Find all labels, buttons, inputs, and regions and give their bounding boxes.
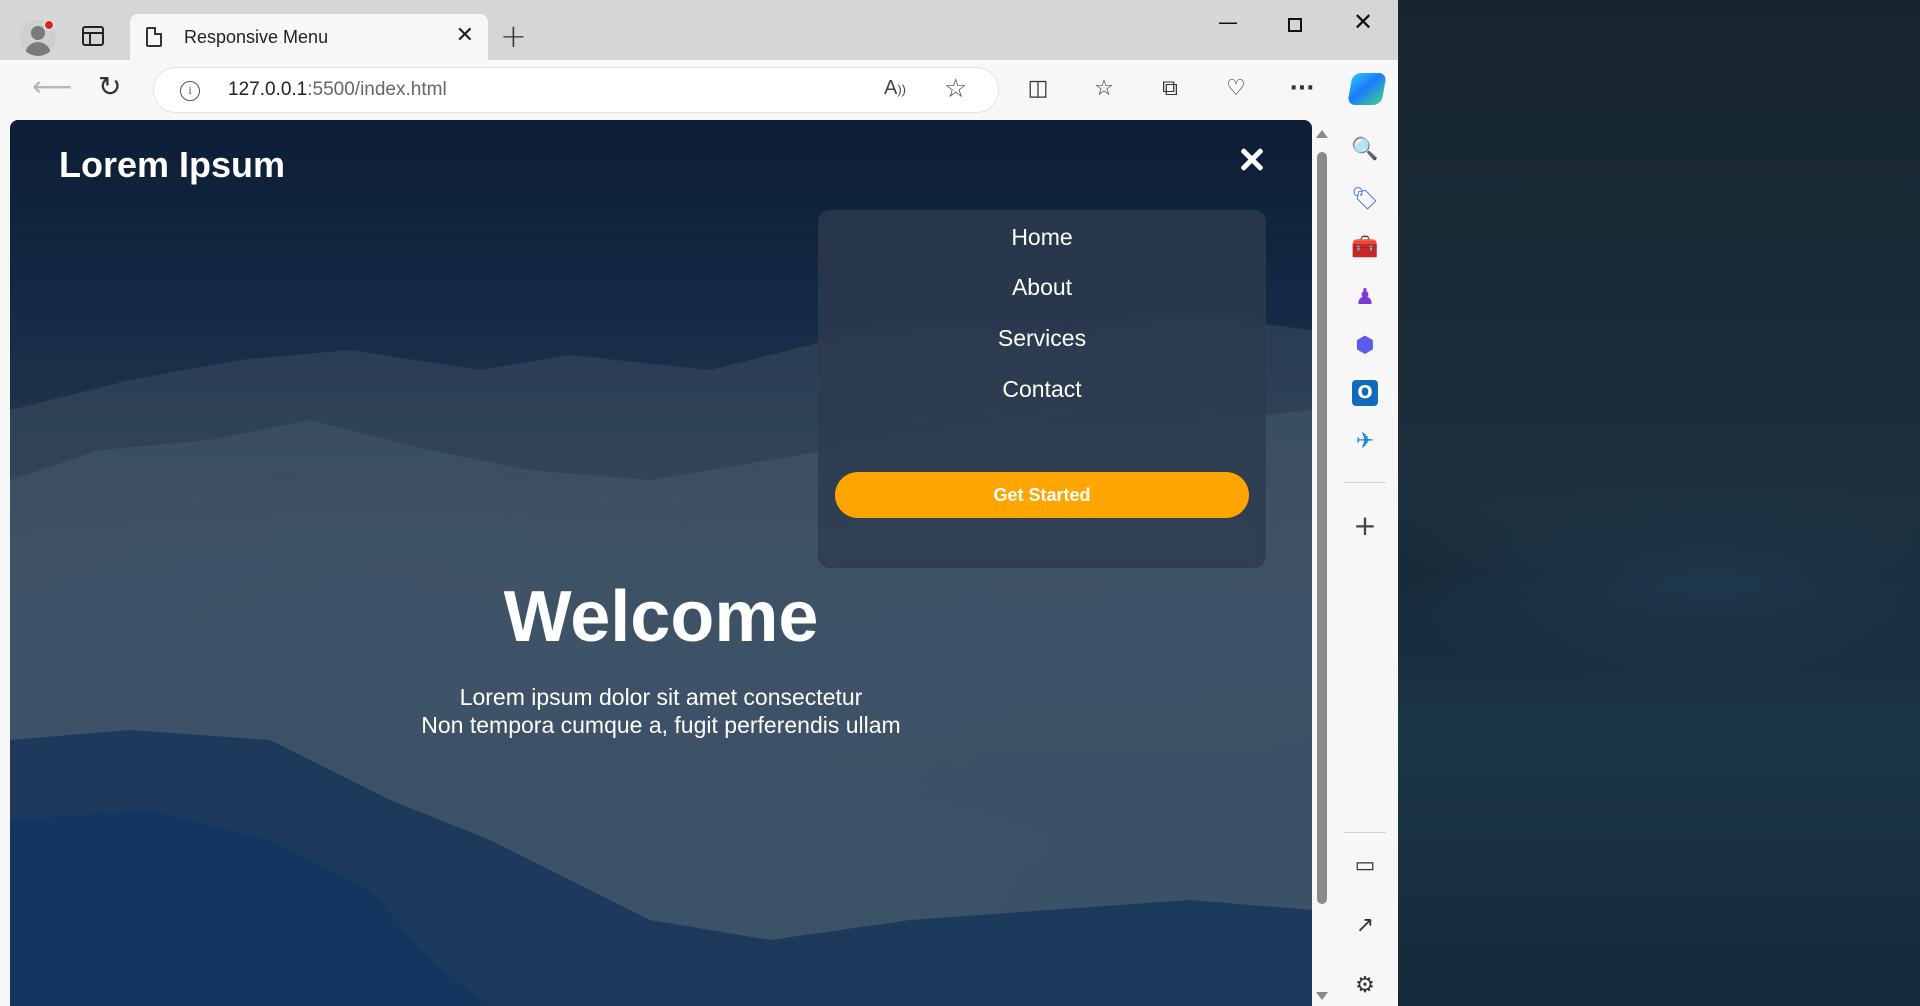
hide-sidebar-icon[interactable]: ▭ — [1349, 850, 1381, 882]
profile-notification-dot — [44, 20, 54, 30]
open-external-icon[interactable]: ↗ — [1349, 910, 1381, 942]
browser-window: Responsive Menu ✕ + — ✕ ⟵ ↻ i 127.0.0.1:… — [0, 0, 1398, 1006]
browser-essentials-icon[interactable]: ♡ — [1222, 76, 1250, 102]
tab-title: Responsive Menu — [184, 27, 329, 47]
drop-icon[interactable]: ✈ — [1349, 426, 1381, 458]
hero-title: Welcome — [503, 577, 819, 657]
outlook-icon[interactable]: O — [1352, 380, 1378, 406]
microsoft365-icon[interactable]: ⬢ — [1349, 330, 1381, 362]
page-viewport: Lorem Ipsum Home About Services Contact … — [10, 120, 1312, 1006]
search-icon[interactable]: 🔍 — [1349, 134, 1381, 166]
read-aloud-letter: A — [884, 77, 898, 99]
more-icon[interactable]: ··· — [1288, 76, 1316, 102]
tools-icon[interactable]: 🧰 — [1349, 232, 1381, 264]
tab-close-icon[interactable]: ✕ — [456, 24, 474, 48]
read-aloud-icon[interactable]: A)) — [884, 77, 906, 100]
page-icon — [146, 27, 162, 47]
scroll-up-arrow-icon[interactable] — [1316, 130, 1328, 138]
browser-toolbar: ⟵ ↻ i 127.0.0.1:5500/index.html A)) ☆ ◫ … — [0, 60, 1398, 118]
split-screen-icon[interactable]: ◫ — [1024, 76, 1052, 102]
menu-item-home[interactable]: Home — [818, 224, 1266, 251]
favorite-star-icon[interactable]: ☆ — [944, 74, 967, 104]
tab-actions-icon[interactable] — [82, 26, 104, 46]
dropdown-menu: Home About Services Contact Get Started — [818, 210, 1266, 568]
refresh-button[interactable]: ↻ — [98, 72, 121, 102]
new-tab-button[interactable]: + — [500, 18, 527, 54]
avatar-body — [25, 42, 51, 56]
shopping-tag-icon[interactable]: 🏷 — [1349, 184, 1381, 216]
desktop-background — [1398, 0, 1920, 1006]
edge-sidebar: 🔍 🏷 🧰 ♟ ⬢ O ✈ + ▭ ↗ ⚙ — [1332, 120, 1398, 1006]
address-bar[interactable]: i 127.0.0.1:5500/index.html A)) ☆ — [154, 68, 998, 112]
minimize-button[interactable]: — — [1218, 10, 1238, 34]
active-tab[interactable]: Responsive Menu ✕ — [130, 14, 488, 60]
maximize-button[interactable] — [1288, 18, 1302, 32]
page-scrollbar[interactable] — [1312, 120, 1332, 1006]
menu-close-icon[interactable] — [1232, 140, 1272, 180]
games-icon[interactable]: ♟ — [1349, 282, 1381, 314]
collections-icon[interactable]: ⧉ — [1156, 76, 1184, 102]
scroll-down-arrow-icon[interactable] — [1316, 992, 1328, 1000]
settings-icon[interactable]: ⚙ — [1349, 970, 1381, 1002]
avatar-head — [31, 26, 45, 40]
close-window-button[interactable]: ✕ — [1353, 10, 1373, 34]
favorites-icon[interactable]: ☆ — [1090, 76, 1118, 102]
url-path: :5500/index.html — [307, 79, 447, 100]
menu-item-contact[interactable]: Contact — [818, 376, 1266, 403]
url-text[interactable]: 127.0.0.1:5500/index.html — [228, 79, 447, 101]
title-bar: Responsive Menu ✕ + — ✕ — [0, 0, 1398, 60]
back-button[interactable]: ⟵ — [32, 72, 72, 102]
sidebar-divider-bottom — [1344, 832, 1386, 833]
sidebar-divider — [1344, 482, 1386, 483]
scroll-thumb[interactable] — [1317, 152, 1327, 904]
add-sidebar-app-icon[interactable]: + — [1349, 510, 1381, 542]
hero-text-line-2: Non tempora cumque a, fugit perferendis … — [421, 712, 901, 738]
get-started-button[interactable]: Get Started — [835, 472, 1249, 518]
hero-text-line-1: Lorem ipsum dolor sit amet consectetur — [459, 684, 863, 710]
site-info-icon[interactable]: i — [180, 81, 200, 101]
menu-item-about[interactable]: About — [818, 274, 1266, 301]
menu-item-services[interactable]: Services — [818, 325, 1266, 352]
url-host: 127.0.0.1 — [228, 79, 308, 100]
copilot-icon[interactable] — [1347, 73, 1387, 105]
site-logo[interactable]: Lorem Ipsum — [59, 144, 285, 186]
